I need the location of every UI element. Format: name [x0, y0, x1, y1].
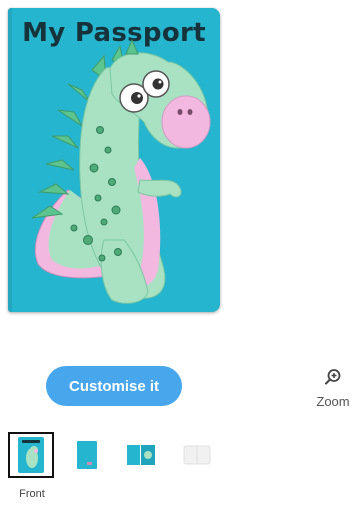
thumbnail-front[interactable]	[8, 432, 54, 478]
thumbnail-back[interactable]	[174, 432, 220, 478]
zoom-in-icon	[325, 369, 341, 385]
thumbnail-open[interactable]	[118, 432, 164, 478]
thumbnail-open-image	[127, 445, 155, 465]
zoom-label: Zoom	[316, 394, 350, 409]
product-preview: My Passport	[8, 8, 220, 312]
selected-thumbnail-label: Front	[19, 488, 45, 500]
customise-button[interactable]: Customise it	[46, 366, 182, 406]
dinosaur-illustration	[31, 38, 211, 304]
thumbnail-strip: Front	[0, 432, 354, 506]
thumbnail-inside[interactable]	[64, 432, 110, 478]
thumbnail-inside-image	[77, 441, 97, 469]
thumbnail-back-image	[183, 445, 211, 465]
zoom-button[interactable]: Zoom	[312, 368, 354, 409]
thumbnail-front-image	[18, 437, 44, 473]
